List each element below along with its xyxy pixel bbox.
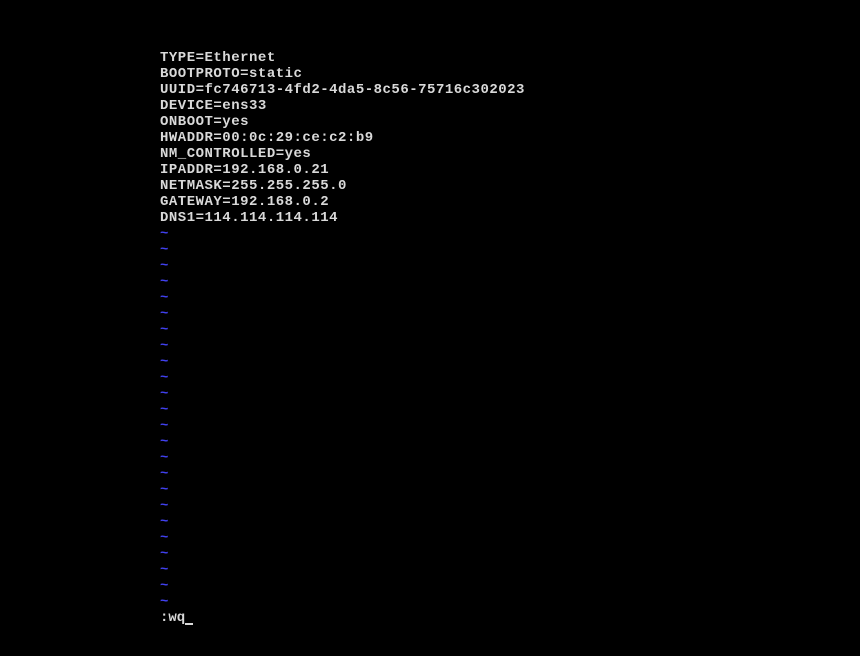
empty-line-marker: ~ xyxy=(160,546,860,562)
empty-line-marker: ~ xyxy=(160,482,860,498)
cursor xyxy=(185,623,193,625)
file-content: TYPE=Ethernet BOOTPROTO=static UUID=fc74… xyxy=(160,50,860,226)
empty-line-marker: ~ xyxy=(160,466,860,482)
config-line: BOOTPROTO=static xyxy=(160,66,860,82)
empty-line-marker: ~ xyxy=(160,514,860,530)
command-text: :wq xyxy=(160,610,185,626)
empty-lines-area: ~~~~~~~~~~~~~~~~~~~~~~~~ xyxy=(160,226,860,610)
config-line: UUID=fc746713-4fd2-4da5-8c56-75716c30202… xyxy=(160,82,860,98)
empty-line-marker: ~ xyxy=(160,306,860,322)
config-line: HWADDR=00:0c:29:ce:c2:b9 xyxy=(160,130,860,146)
empty-line-marker: ~ xyxy=(160,402,860,418)
terminal-window[interactable]: TYPE=Ethernet BOOTPROTO=static UUID=fc74… xyxy=(0,0,860,656)
empty-line-marker: ~ xyxy=(160,450,860,466)
empty-line-marker: ~ xyxy=(160,562,860,578)
config-line: TYPE=Ethernet xyxy=(160,50,860,66)
empty-line-marker: ~ xyxy=(160,386,860,402)
config-line: DEVICE=ens33 xyxy=(160,98,860,114)
empty-line-marker: ~ xyxy=(160,226,860,242)
empty-line-marker: ~ xyxy=(160,418,860,434)
empty-line-marker: ~ xyxy=(160,498,860,514)
empty-line-marker: ~ xyxy=(160,594,860,610)
config-line: IPADDR=192.168.0.21 xyxy=(160,162,860,178)
empty-line-marker: ~ xyxy=(160,354,860,370)
empty-line-marker: ~ xyxy=(160,370,860,386)
empty-line-marker: ~ xyxy=(160,338,860,354)
empty-line-marker: ~ xyxy=(160,274,860,290)
empty-line-marker: ~ xyxy=(160,290,860,306)
vim-command-line[interactable]: :wq xyxy=(160,610,860,626)
empty-line-marker: ~ xyxy=(160,242,860,258)
config-line: DNS1=114.114.114.114 xyxy=(160,210,860,226)
config-line: NETMASK=255.255.255.0 xyxy=(160,178,860,194)
config-line: GATEWAY=192.168.0.2 xyxy=(160,194,860,210)
config-line: NM_CONTROLLED=yes xyxy=(160,146,860,162)
empty-line-marker: ~ xyxy=(160,530,860,546)
empty-line-marker: ~ xyxy=(160,578,860,594)
empty-line-marker: ~ xyxy=(160,434,860,450)
config-line: ONBOOT=yes xyxy=(160,114,860,130)
empty-line-marker: ~ xyxy=(160,258,860,274)
empty-line-marker: ~ xyxy=(160,322,860,338)
